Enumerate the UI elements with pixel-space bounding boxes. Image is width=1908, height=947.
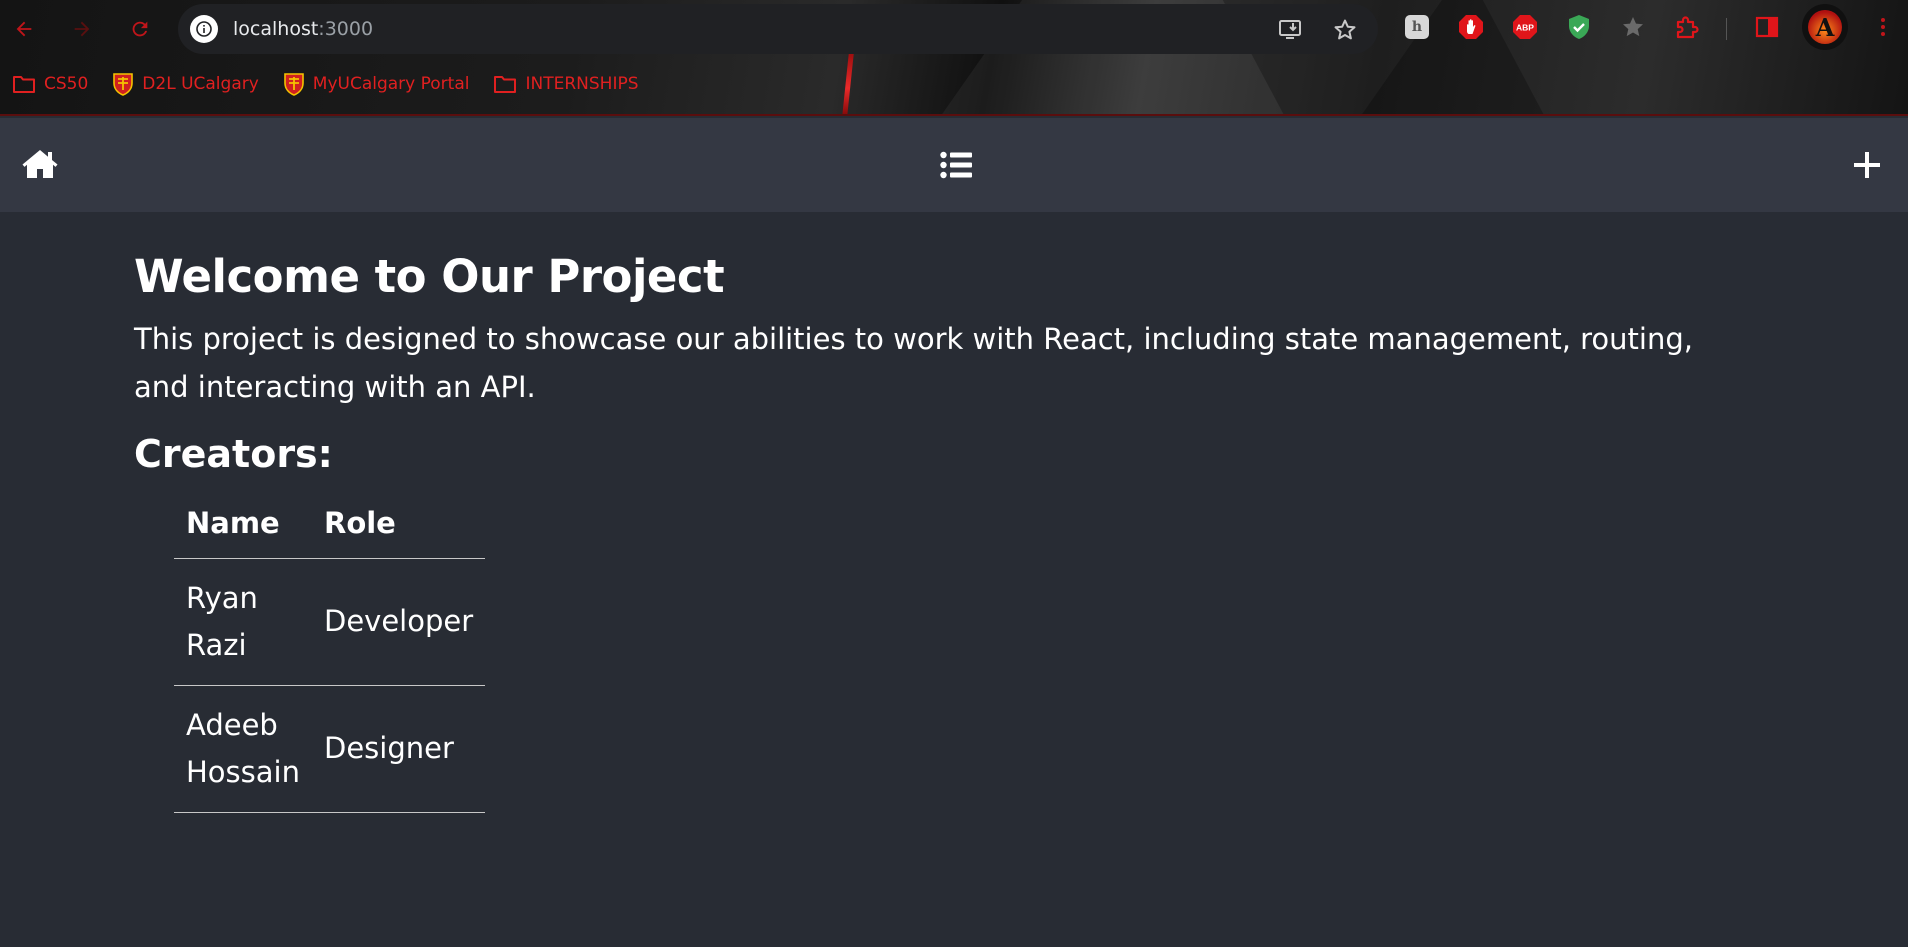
svg-text:ABP: ABP (1516, 23, 1534, 33)
forward-arrow-icon (74, 21, 90, 37)
plus-icon (1854, 152, 1880, 178)
adblock-plus-icon[interactable]: ABP (1512, 14, 1538, 40)
chrome-menu-icon[interactable] (1870, 14, 1896, 40)
profile-initial: A (1808, 10, 1842, 44)
bookmark-cs50[interactable]: CS50 (12, 74, 88, 94)
bookmark-label: D2L UCalgary (142, 74, 259, 94)
address-bar[interactable]: localhost:3000 (178, 4, 1378, 54)
reload-icon (132, 21, 148, 37)
forward-button[interactable] (68, 15, 96, 43)
page-title: Welcome to Our Project (134, 250, 725, 303)
url-port: :3000 (318, 18, 374, 40)
extensions-puzzle-icon[interactable] (1674, 14, 1700, 40)
install-app-icon[interactable] (1278, 17, 1304, 43)
list-icon (940, 151, 972, 179)
back-arrow-icon (16, 21, 32, 37)
bookmark-internships[interactable]: INTERNSHIPS (493, 74, 639, 94)
adblock-stop-icon[interactable] (1458, 14, 1484, 40)
creator-name: Ryan Razi (174, 558, 312, 686)
bookmark-label: INTERNSHIPS (525, 74, 639, 94)
bookmark-label: MyUCalgary Portal (312, 74, 470, 94)
creator-name: Adeeb Hossain (174, 685, 312, 813)
main-content: Welcome to Our Project This project is d… (134, 250, 1908, 813)
extension-h-icon[interactable]: h (1404, 14, 1430, 40)
column-header-role: Role (311, 505, 486, 559)
home-icon (22, 150, 58, 178)
creator-role: Developer (311, 558, 486, 686)
project-description: This project is designed to showcase our… (134, 322, 1693, 404)
bookmark-d2l-ucalgary[interactable]: D2L UCalgary (112, 72, 259, 96)
column-header-name: Name (174, 505, 312, 559)
side-panel-icon[interactable] (1754, 14, 1780, 40)
browser-chrome: localhost:3000 h ABP A CS50 D2L UCalgary… (0, 0, 1908, 116)
profile-avatar[interactable]: A (1802, 4, 1848, 50)
toolbar-divider (1726, 18, 1727, 40)
bookmark-star-icon[interactable] (1332, 17, 1358, 43)
home-link[interactable] (20, 146, 60, 182)
ucalgary-crest-icon (283, 72, 305, 96)
table-header-row: Name Role (174, 505, 486, 559)
reload-button[interactable] (126, 15, 154, 43)
url-host: localhost (233, 18, 319, 40)
list-link[interactable] (938, 148, 974, 182)
folder-icon (12, 74, 36, 94)
back-button[interactable] (10, 15, 38, 43)
star-extension-icon[interactable] (1620, 14, 1646, 40)
table-row: Adeeb Hossain Designer (174, 685, 486, 813)
creator-role: Designer (311, 685, 486, 813)
app-navbar (0, 118, 1908, 212)
add-link[interactable] (1850, 148, 1884, 182)
bookmark-label: CS50 (44, 74, 89, 94)
creators-heading: Creators: (134, 432, 333, 476)
bookmark-myucalgary-portal[interactable]: MyUCalgary Portal (283, 72, 470, 96)
creators-table: Name Role Ryan Razi Developer Adeeb Hoss… (174, 505, 486, 813)
shield-check-icon[interactable] (1566, 14, 1592, 40)
site-info-icon[interactable] (190, 15, 218, 43)
bookmarks-bar: CS50 D2L UCalgary MyUCalgary Portal INTE… (0, 68, 651, 100)
folder-icon (493, 74, 517, 94)
ucalgary-crest-icon (112, 72, 134, 96)
url-text: localhost:3000 (233, 18, 373, 40)
table-row: Ryan Razi Developer (174, 558, 486, 686)
